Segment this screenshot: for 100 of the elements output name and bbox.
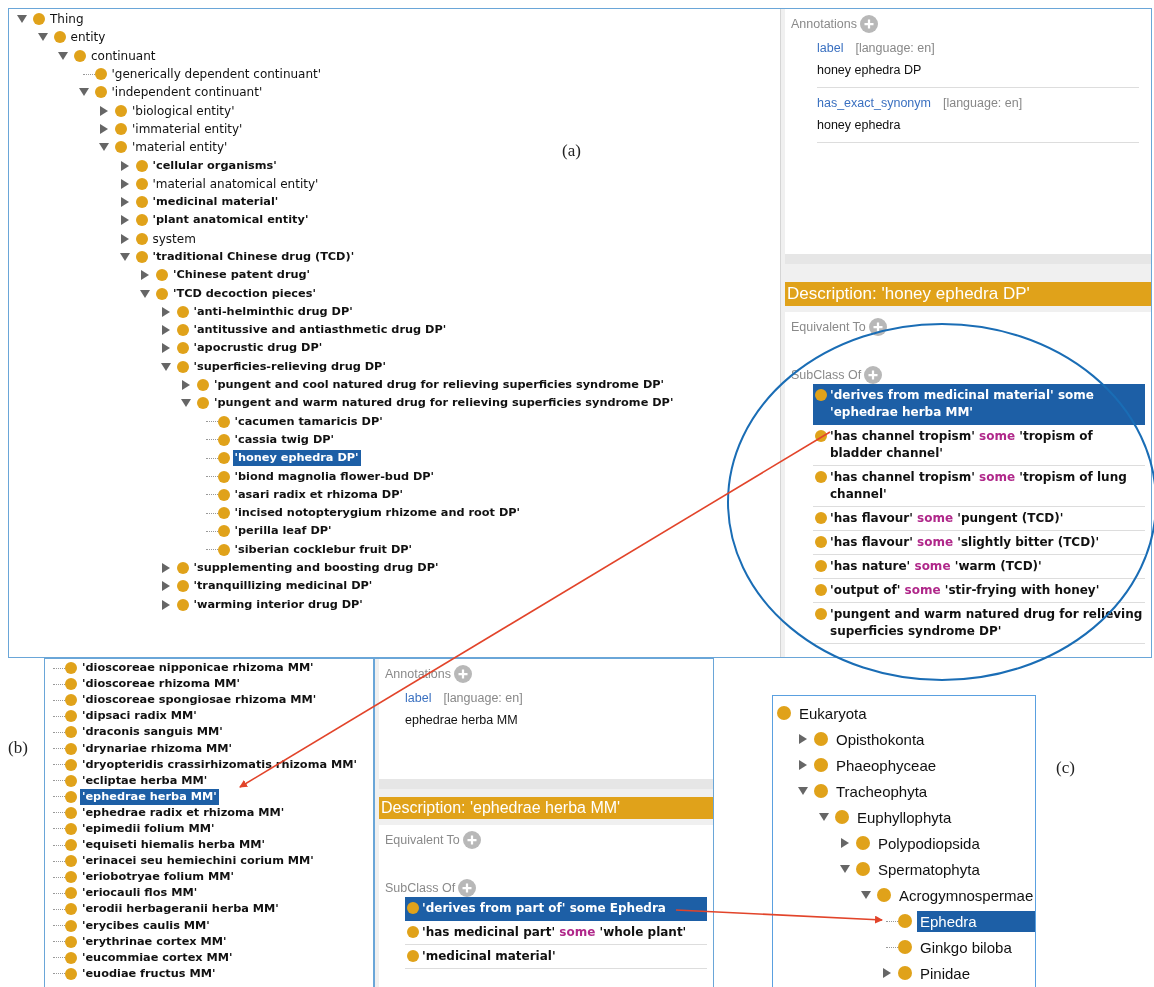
expand-toggle[interactable] [78, 88, 89, 97]
tree-item[interactable]: system [150, 230, 198, 247]
expand-toggle[interactable] [161, 599, 170, 610]
expand-toggle[interactable] [161, 325, 170, 336]
tree-item[interactable]: 'erinacei seu hemiechini corium MM' [80, 853, 316, 870]
tree-item[interactable]: Acrogymnospermae [896, 884, 1037, 906]
tree-item[interactable]: Ephedra [917, 910, 1035, 932]
tree-item[interactable]: 'dioscoreae spongiosae rhizoma MM' [80, 692, 319, 709]
tree-item[interactable]: Eukaryota [796, 702, 870, 724]
tree-item[interactable]: 'anti-helminthic drug DP' [191, 303, 355, 320]
expand-toggle[interactable] [141, 270, 149, 281]
tree-item[interactable]: 'TCD decoction pieces' [171, 285, 318, 302]
tree-item[interactable]: 'pungent and warm natured drug for relieving superficies syndrome DP' [212, 395, 676, 412]
tree-item[interactable]: 'antitussive and antiasthmetic drug DP' [191, 322, 449, 339]
expand-toggle[interactable] [182, 380, 190, 391]
annotation-property[interactable]: has_exact_synonym [817, 96, 931, 110]
tree-item[interactable]: Phaeophyceae [833, 754, 940, 776]
tree-item[interactable]: 'incised notopterygium rhizome and root DP' [232, 505, 523, 522]
annotation-property[interactable]: label [405, 691, 432, 705]
tree-item[interactable]: 'superficies-relieving drug DP' [191, 358, 388, 375]
expand-toggle[interactable] [119, 253, 130, 261]
expand-toggle[interactable] [120, 178, 129, 189]
tree-item[interactable]: 'biological entity' [130, 102, 237, 119]
tree-item[interactable]: 'pungent and cool natured drug for relieving superficies syndrome DP' [212, 377, 667, 394]
superclass-row[interactable]: 'has channel tropism' some 'tropism of lung channel' [813, 466, 1145, 507]
tree-item[interactable]: 'cacumen tamaricis DP' [232, 413, 385, 430]
tree-item[interactable]: Opisthokonta [833, 728, 928, 750]
expand-toggle[interactable] [120, 197, 129, 208]
tree-item[interactable]: 'ephedrae herba MM' [80, 788, 219, 805]
expand-toggle[interactable] [161, 343, 170, 354]
tree-item[interactable]: 'dioscoreae nipponicae rhizoma MM' [80, 660, 316, 677]
tree-item[interactable]: 'dryopteridis crassirhizomatis rhizoma MM' [80, 756, 359, 773]
tree-item[interactable]: 'ecliptae herba MM' [80, 772, 210, 789]
expand-toggle[interactable] [120, 233, 129, 244]
superclass-row[interactable]: 'has medicinal part' some 'whole plant' [405, 921, 707, 945]
tree-item[interactable]: Thing [48, 11, 86, 28]
expand-toggle[interactable] [799, 760, 807, 770]
tree-item[interactable]: 'plant anatomical entity' [150, 212, 311, 229]
expand-toggle[interactable] [161, 581, 170, 592]
tree-item[interactable]: 'equiseti hiemalis herba MM' [80, 837, 267, 854]
tree-item[interactable]: 'perilla leaf DP' [232, 523, 334, 540]
expand-toggle[interactable] [161, 306, 170, 317]
tree-item[interactable]: Tracheophyta [833, 780, 931, 802]
expand-toggle[interactable] [120, 215, 129, 226]
superclass-row[interactable]: 'has channel tropism' some 'tropism of bladder channel' [813, 425, 1145, 466]
tree-item[interactable]: Spermatophyta [875, 858, 983, 880]
tree-item[interactable]: 'generically dependent continuant' [109, 66, 324, 83]
tree-item[interactable]: 'apocrustic drug DP' [191, 340, 325, 357]
superclass-row[interactable]: 'has nature' some 'warm (TCD)' [813, 555, 1145, 579]
expand-toggle[interactable] [120, 160, 129, 171]
tree-item[interactable]: 'cellular organisms' [150, 157, 279, 174]
tree-item[interactable]: 'dioscoreae rhizoma MM' [80, 676, 242, 693]
tree-item[interactable]: 'epimedii folium MM' [80, 821, 217, 837]
superclass-row[interactable]: 'derives from medicinal material' some 'ephedrae herba MM' [813, 384, 1145, 425]
tree-item[interactable]: 'warming interior drug DP' [191, 596, 365, 613]
tree-item[interactable]: 'euodiae fructus MM' [80, 965, 218, 982]
expand-toggle[interactable] [100, 105, 108, 116]
annotation-property[interactable]: label [817, 41, 844, 55]
tree-item[interactable]: 'tranquillizing medicinal DP' [191, 578, 375, 595]
expand-toggle[interactable] [100, 123, 108, 134]
tree-item[interactable]: Polypodiopsida [875, 832, 983, 854]
expand-toggle[interactable] [161, 563, 170, 574]
tree-item[interactable]: 'siberian cocklebur fruit DP' [232, 541, 415, 558]
tree-item[interactable]: Ginkgo biloba [917, 936, 1015, 958]
superclass-row[interactable]: 'has flavour' some 'slightly bitter (TCD)' [813, 531, 1145, 555]
tree-item[interactable]: 'ephedrae radix et rhizoma MM' [80, 804, 287, 821]
tree-item[interactable]: 'immaterial entity' [130, 120, 245, 137]
tree-item[interactable]: 'erythrinae cortex MM' [80, 933, 229, 950]
superclass-row[interactable]: 'output of' some 'stir-frying with honey' [813, 579, 1145, 603]
tree-item[interactable]: 'erycibes caulis MM' [80, 917, 212, 934]
tree-item[interactable]: 'biond magnolia flower-bud DP' [232, 468, 437, 485]
tree-item[interactable]: 'drynariae rhizoma MM' [80, 740, 234, 757]
tree-item[interactable]: 'traditional Chinese drug (TCD)' [150, 249, 357, 265]
tree-item[interactable]: 'eucommiae cortex MM' [80, 949, 235, 966]
superclass-row[interactable]: 'has flavour' some 'pungent (TCD)' [813, 507, 1145, 531]
tree-item[interactable]: 'medicinal material' [150, 194, 281, 211]
tree-item[interactable]: 'cassia twig DP' [232, 431, 336, 448]
tree-item[interactable]: 'supplementing and boosting drug DP' [191, 560, 441, 577]
tree-item[interactable]: 'eriocauli flos MM' [80, 885, 200, 902]
tree-item[interactable]: 'independent continuant' [109, 84, 265, 101]
expand-toggle[interactable] [883, 968, 891, 978]
tree-item[interactable]: 'material anatomical entity' [150, 175, 321, 192]
tree-item[interactable]: 'erodii herbageranii herba MM' [80, 901, 281, 918]
tree-item[interactable]: continuant [89, 47, 158, 64]
tree-item[interactable]: Pinidae [917, 962, 974, 984]
superclass-row[interactable]: 'medicinal material' [405, 945, 707, 969]
tree-item[interactable]: entity [68, 29, 108, 46]
expand-toggle[interactable] [799, 734, 807, 744]
tree-item[interactable]: 'draconis sanguis MM' [80, 724, 225, 741]
tree-item[interactable]: 'eriobotryae folium MM' [80, 869, 236, 886]
expand-toggle[interactable] [37, 33, 48, 42]
expand-toggle[interactable] [841, 838, 849, 848]
expand-toggle[interactable] [160, 362, 171, 371]
tree-item[interactable]: 'material entity' [130, 139, 230, 156]
add-icon[interactable] [868, 318, 887, 336]
tree-item[interactable]: 'dipsaci radix MM' [80, 708, 199, 725]
tree-item[interactable]: 'Chinese patent drug' [171, 267, 313, 284]
tree-item[interactable]: 'honey ephedra DP' [232, 450, 361, 467]
tree-item[interactable]: 'asari radix et rhizoma DP' [232, 486, 405, 503]
superclass-row[interactable]: 'derives from part of' some Ephedra [405, 897, 707, 921]
